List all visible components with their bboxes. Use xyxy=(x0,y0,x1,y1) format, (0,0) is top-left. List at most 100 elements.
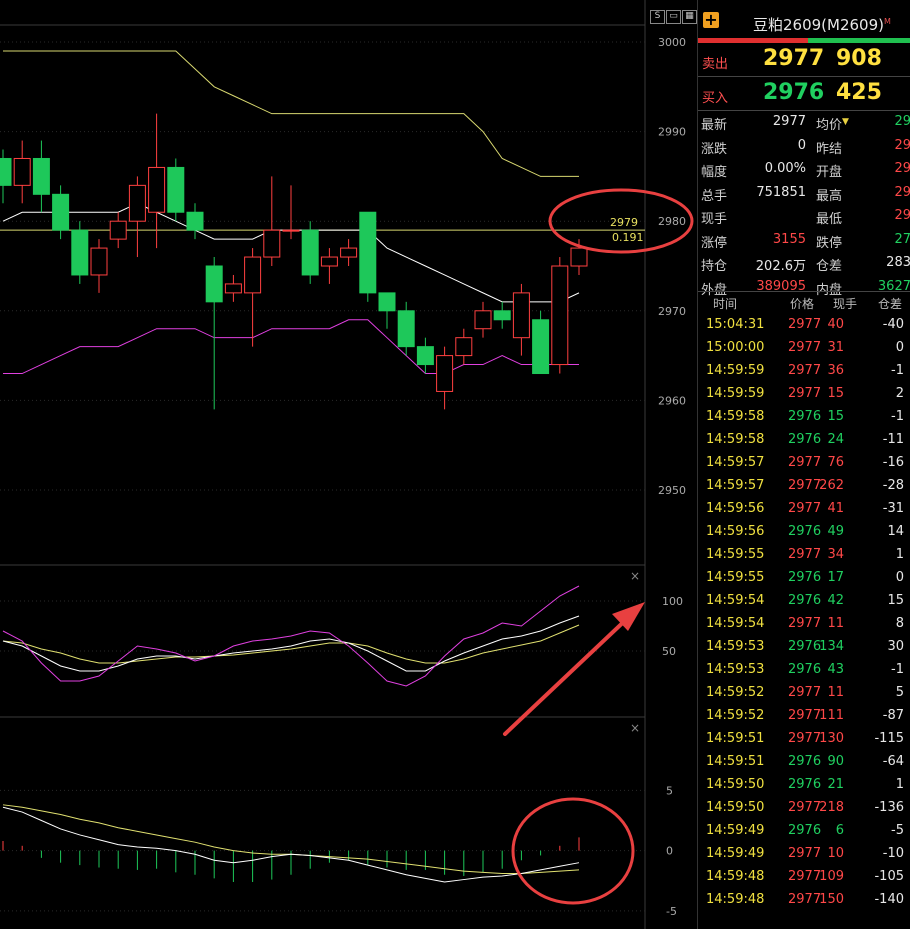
tick-row[interactable]: 14:59:59 2977 15 2 xyxy=(698,384,910,407)
tick-volume: 41 xyxy=(827,501,844,516)
col-vol[interactable]: 现手 xyxy=(833,295,857,312)
tick-row[interactable]: 14:59:56 2977 41 -31 xyxy=(698,499,910,522)
tick-time: 14:59:58 xyxy=(706,432,765,447)
tick-row[interactable]: 14:59:57 2977 76 -16 xyxy=(698,453,910,476)
tick-row[interactable]: 15:00:00 2977 31 0 xyxy=(698,338,910,361)
tick-volume: 36 xyxy=(827,363,844,378)
tick-volume: 111 xyxy=(819,708,844,723)
tick-price: 2977 xyxy=(788,317,822,332)
candle-body xyxy=(532,319,550,375)
tick-row[interactable]: 14:59:48 2977 150 -140 xyxy=(698,890,910,913)
col-time[interactable]: 时间 xyxy=(713,295,737,312)
tick-row[interactable]: 14:59:59 2977 36 -1 xyxy=(698,361,910,384)
candle-body xyxy=(282,229,300,232)
tick-row[interactable]: 14:59:58 2976 24 -11 xyxy=(698,430,910,453)
tick-row[interactable]: 14:59:50 2976 21 1 xyxy=(698,775,910,798)
tick-oi-change: -28 xyxy=(882,478,904,493)
layout-icon[interactable]: ▭ xyxy=(666,10,681,24)
tick-time: 14:59:58 xyxy=(706,409,765,424)
y-tick-label: 3000 xyxy=(658,36,686,49)
tick-oi-change: 0 xyxy=(895,570,904,585)
kdj-tick-label: 50 xyxy=(662,645,676,658)
candle-body xyxy=(90,247,108,276)
tick-row[interactable]: 14:59:52 2977 11 5 xyxy=(698,683,910,706)
tick-oi-change: -136 xyxy=(874,800,904,815)
tick-volume: 17 xyxy=(827,570,844,585)
tick-volume: 76 xyxy=(827,455,844,470)
candle-body xyxy=(205,265,223,303)
tick-volume: 42 xyxy=(827,593,844,608)
candle-body xyxy=(512,292,530,339)
add-icon[interactable]: + xyxy=(703,12,719,28)
candle-body xyxy=(436,355,454,392)
sell-volume: 908 xyxy=(836,46,882,71)
tick-price: 2977 xyxy=(788,363,822,378)
tick-price: 2977 xyxy=(788,547,822,562)
tick-oi-change: 14 xyxy=(887,524,904,539)
sell-price: 2977 xyxy=(763,46,825,71)
tick-oi-change: 1 xyxy=(895,777,904,792)
tick-time: 14:59:55 xyxy=(706,547,765,562)
tick-price: 2976 xyxy=(788,777,822,792)
candle-body xyxy=(551,265,569,366)
field-value-2: 283 xyxy=(886,255,910,270)
tick-row[interactable]: 14:59:55 2977 34 1 xyxy=(698,545,910,568)
col-oi[interactable]: 仓差 xyxy=(878,295,902,312)
tick-row[interactable]: 14:59:52 2977 111 -87 xyxy=(698,706,910,729)
tick-price: 2976 xyxy=(788,432,822,447)
tick-row[interactable]: 14:59:53 2976 43 -1 xyxy=(698,660,910,683)
tick-row[interactable]: 14:59:50 2977 218 -136 xyxy=(698,798,910,821)
tick-time: 14:59:48 xyxy=(706,892,765,907)
tick-row[interactable]: 14:59:51 2976 90 -64 xyxy=(698,752,910,775)
s-button[interactable]: S xyxy=(650,10,665,24)
tick-price: 2976 xyxy=(788,639,822,654)
candle-body xyxy=(397,310,415,348)
col-price[interactable]: 价格 xyxy=(790,295,814,312)
tick-time: 15:04:31 xyxy=(706,317,765,332)
field-value: 202.6万 xyxy=(755,259,806,274)
tick-row[interactable]: 14:59:57 2977 262 -28 xyxy=(698,476,910,499)
tick-volume: 262 xyxy=(819,478,844,493)
candle-body xyxy=(71,229,89,276)
candle-body xyxy=(378,292,396,312)
tick-price: 2976 xyxy=(788,409,822,424)
tick-row[interactable]: 14:59:49 2976 6 -5 xyxy=(698,821,910,844)
tick-oi-change: 2 xyxy=(895,386,904,401)
candle-body xyxy=(301,229,319,276)
tick-volume: 218 xyxy=(819,800,844,815)
tick-row[interactable]: 14:59:53 2976 134 30 xyxy=(698,637,910,660)
macd-tick-label: -5 xyxy=(666,905,677,918)
y-tick-label: 2970 xyxy=(658,305,686,318)
tick-price: 2977 xyxy=(788,685,822,700)
tick-volume: 21 xyxy=(827,777,844,792)
tick-row[interactable]: 14:59:54 2976 42 15 xyxy=(698,591,910,614)
tick-time: 14:59:54 xyxy=(706,593,765,608)
tick-time: 14:59:49 xyxy=(706,846,765,861)
grid-icon[interactable]: ▦ xyxy=(682,10,697,24)
tick-row[interactable]: 14:59:55 2976 17 0 xyxy=(698,568,910,591)
tick-time: 14:59:51 xyxy=(706,731,765,746)
tick-row[interactable]: 14:59:51 2977 130 -115 xyxy=(698,729,910,752)
tick-price: 2977 xyxy=(788,455,822,470)
tick-price: 2977 xyxy=(788,340,822,355)
tick-time: 14:59:53 xyxy=(706,662,765,677)
close-icon: × xyxy=(630,569,640,583)
tick-row[interactable]: 14:59:48 2977 109 -105 xyxy=(698,867,910,890)
tick-row[interactable]: 14:59:56 2976 49 14 xyxy=(698,522,910,545)
tick-time: 15:00:00 xyxy=(706,340,765,355)
tick-row[interactable]: 14:59:49 2977 10 -10 xyxy=(698,844,910,867)
tick-row[interactable]: 14:59:54 2977 11 8 xyxy=(698,614,910,637)
chart-area[interactable]: × × 3000 2990 2980 2970 2960 2950 2979 0.191 100… xyxy=(0,0,697,929)
tick-time: 14:59:54 xyxy=(706,616,765,631)
candle-body xyxy=(570,247,588,267)
tick-row[interactable]: 14:59:58 2976 15 -1 xyxy=(698,407,910,430)
quote-field-row: 涨跌 0 昨结 29 xyxy=(698,136,910,160)
tick-oi-change: -140 xyxy=(874,892,904,907)
tick-row[interactable]: 15:04:31 2977 40 -40 xyxy=(698,315,910,338)
field-value: 751851 xyxy=(756,184,806,200)
field-value-2: 29 xyxy=(894,161,910,176)
tick-time: 14:59:51 xyxy=(706,754,765,769)
tick-time: 14:59:50 xyxy=(706,777,765,792)
tick-oi-change: 1 xyxy=(895,547,904,562)
quote-field-row: 幅度 0.00% 开盘 29 xyxy=(698,159,910,183)
